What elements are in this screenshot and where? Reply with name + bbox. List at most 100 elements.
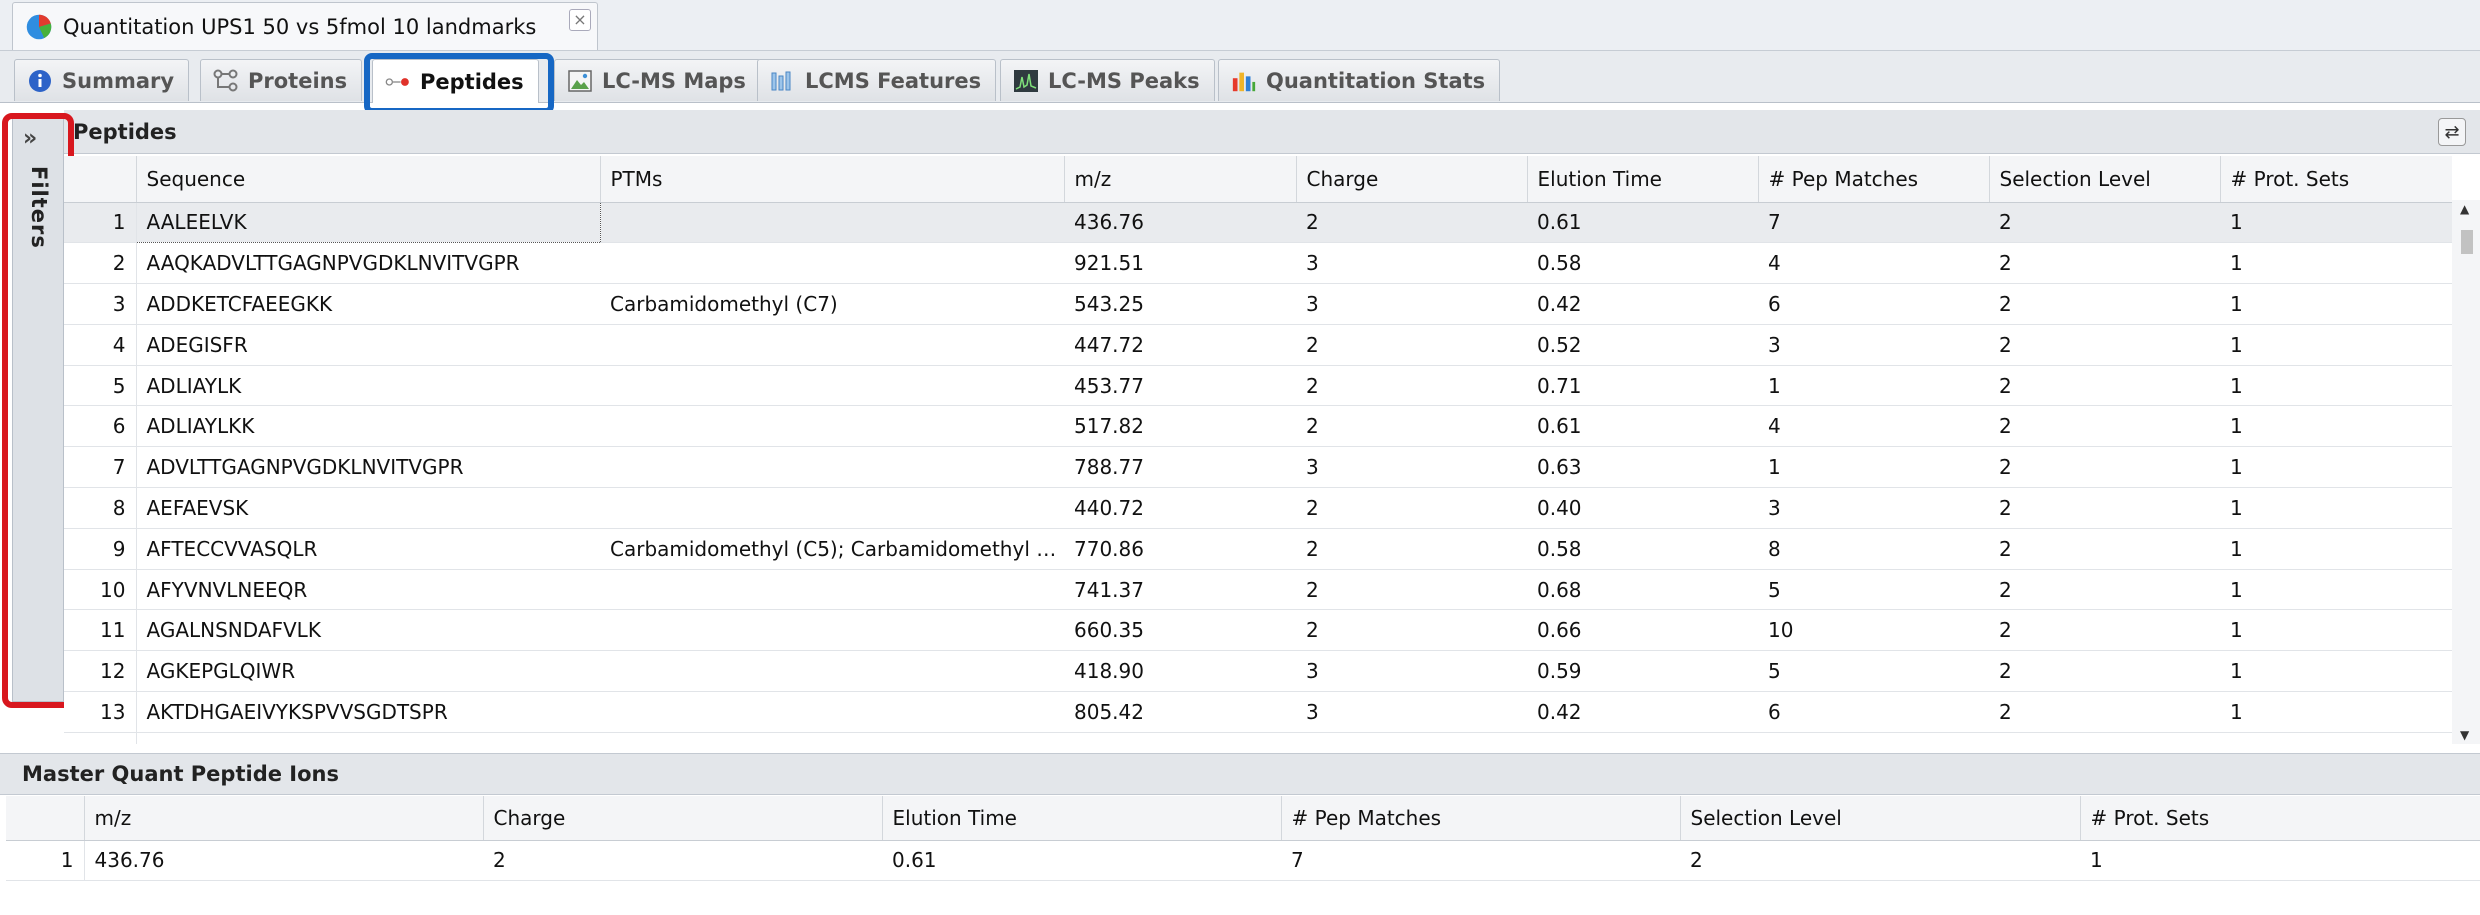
table-cell[interactable]: 3 [1296,650,1527,693]
table-cell[interactable] [600,650,1064,693]
table-cell[interactable]: 0.63 [1527,446,1758,489]
scroll-thumb[interactable] [2461,230,2473,254]
filters-sidebar[interactable]: » Filters [12,117,64,702]
table-cell[interactable]: 0.42 [1527,283,1758,325]
table-cell[interactable]: 0.70 [1527,732,1758,744]
table-cell[interactable] [600,569,1064,611]
table-cell[interactable]: 3 [1758,324,1989,366]
table-cell[interactable]: 2 [1989,650,2220,693]
table-row[interactable]: 3 ADDKETCFAEEGKK Carbamidomethyl (C7) 543.2… [64,283,2452,325]
table-cell[interactable]: 2 [1989,242,2220,285]
column-header-prot-sets[interactable]: # Prot. Sets [2080,796,2480,841]
column-header-mz[interactable]: m/z [84,796,484,841]
table-row[interactable]: 7 ADVLTTGAGNPVGDKLNVITVGPR 788.77 3 0.63 1 2 1 [64,446,2452,489]
tab-lcms-features[interactable]: LCMS Features [757,59,997,101]
table-cell[interactable]: 0.52 [1527,324,1758,366]
table-cell[interactable]: 741.37 [1064,569,1296,611]
table-cell[interactable]: 2 [1989,732,2220,744]
table-cell[interactable]: 7 [1758,202,1989,244]
table-cell[interactable]: ADVLTTGAGNPVGDKLNVITVGPR [136,446,600,489]
scroll-up-icon[interactable]: ▲ [2460,202,2469,216]
column-header-elution-time[interactable]: Elution Time [1527,156,1759,203]
table-cell[interactable]: 543.25 [1064,283,1296,325]
vertical-scrollbar[interactable]: ▲ ▼ [2452,200,2480,744]
table-cell[interactable]: 2 [1296,202,1527,244]
table-cell[interactable] [600,691,1064,733]
table-cell[interactable]: 0.61 [882,840,1281,882]
table-row[interactable]: 6 ADLIAYLKK 517.82 2 0.61 4 2 1 [64,405,2452,448]
table-cell[interactable]: 640.32 [1064,732,1296,744]
column-header-selection-level[interactable]: Selection Level [1989,156,2221,203]
tab-lc-ms-peaks[interactable]: LC-MS Peaks [1000,59,1215,101]
table-cell[interactable]: 1 [2220,609,2452,652]
table-cell[interactable]: 770.86 [1064,528,1296,570]
table-cell[interactable]: AKTDHGAEIVYKSPVVSGDTSPR [136,691,600,733]
scroll-down-icon[interactable]: ▼ [2460,728,2469,742]
column-header-pep-matches[interactable]: # Pep Matches [1281,796,1681,841]
table-cell[interactable]: 0.61 [1527,405,1758,448]
table-cell[interactable]: AFTECCVVASQLR [136,528,600,570]
table-cell[interactable]: 1 [2220,324,2452,366]
table-cell[interactable]: 2 [1296,609,1527,652]
table-cell[interactable] [600,242,1064,285]
table-cell[interactable] [600,365,1064,407]
table-cell[interactable]: 3 [1296,691,1527,733]
table-cell[interactable]: 1 [2220,487,2452,529]
table-cell[interactable]: 4 [1758,242,1989,285]
column-header-selection-level[interactable]: Selection Level [1680,796,2081,841]
table-cell[interactable]: AEFAEVSK [136,487,600,529]
column-header-pep-matches[interactable]: # Pep Matches [1758,156,1990,203]
table-cell[interactable]: Carbamidomethyl (C3); Carbamidomethyl (C… [600,732,1064,744]
close-icon[interactable]: × [569,9,591,31]
table-row[interactable]: 8 AEFAEVSK 440.72 2 0.40 3 2 1 [64,487,2452,529]
table-cell[interactable]: 805.42 [1064,691,1296,733]
table-cell[interactable]: 4 [1758,405,1989,448]
table-cell[interactable]: 0.58 [1527,242,1758,285]
table-cell[interactable]: 2 [1989,691,2220,733]
table-cell[interactable]: 2 [1989,283,2220,325]
table-cell[interactable]: 788.77 [1064,446,1296,489]
column-header-charge[interactable]: Charge [483,796,883,841]
table-cell[interactable]: 10 [1758,609,1989,652]
table-cell[interactable]: 0.71 [1527,365,1758,407]
table-cell[interactable]: 660.35 [1064,609,1296,652]
table-cell[interactable]: 3 [1296,242,1527,285]
tab-quantitation-stats[interactable]: Quantitation Stats [1218,59,1501,101]
table-cell[interactable]: 0.42 [1527,691,1758,733]
tab-lc-ms-maps[interactable]: LC-MS Maps [554,59,761,101]
table-row[interactable]: 5 ADLIAYLK 453.77 2 0.71 1 2 1 [64,365,2452,407]
table-cell[interactable] [600,405,1064,448]
table-row[interactable]: 13 AKTDHGAEIVYKSPVVSGDTSPR 805.42 3 0.42 6 2 1 [64,691,2452,733]
table-row[interactable]: 14ALGTFKLGSWLCFKLCarbamidomethyl (C3); C… [64,732,2452,744]
table-cell[interactable]: 921.51 [1064,242,1296,285]
table-cell[interactable]: 3 [1296,446,1527,489]
table-cell[interactable]: 0.68 [1527,569,1758,611]
table-cell[interactable]: 1 [2220,691,2452,733]
table-cell[interactable]: 2 [483,840,882,882]
table-cell[interactable]: 1 [2220,365,2452,407]
table-cell[interactable]: 0.59 [1527,650,1758,693]
tab-peptides[interactable]: Peptides [372,59,539,103]
column-header-prot-sets[interactable]: # Prot. Sets [2220,156,2452,203]
table-cell[interactable]: 5 [1758,569,1989,611]
column-header-ptms[interactable]: PTMs [600,156,1065,203]
table-cell[interactable]: ALGTFKLGSWLCFKL [136,732,600,744]
table-row[interactable]: 11 AGALNSNDAFVLK 660.35 2 0.66 10 2 1 [64,609,2452,652]
table-row[interactable]: 1 AALEELVK 436.76 2 0.61 7 2 1 [64,201,2452,244]
table-cell[interactable]: 447.72 [1064,324,1296,366]
table-cell[interactable]: 5 [1758,650,1989,693]
table-cell[interactable]: 436.76 [1064,202,1296,244]
refresh-icon[interactable]: ⇄ [2438,118,2466,146]
column-header-elution-time[interactable]: Elution Time [882,796,1282,841]
table-cell[interactable]: ADDKETCFAEEGKK [136,283,600,325]
table-cell[interactable]: 2 [1989,202,2220,244]
table-cell[interactable]: 1 [2220,202,2452,244]
table-row[interactable]: 4 ADEGISFR 447.72 2 0.52 3 2 1 [64,324,2452,366]
table-cell[interactable]: 6 [1758,691,1989,733]
column-header-mz[interactable]: m/z [1064,156,1297,203]
tab-proteins[interactable]: Proteins [200,59,363,101]
table-cell[interactable]: 2 [1989,569,2220,611]
table-row[interactable]: 1 436.76 2 0.61 7 2 1 [6,840,2480,882]
table-cell[interactable]: ADLIAYLK [136,365,600,407]
table-cell[interactable]: 2 [1296,569,1527,611]
